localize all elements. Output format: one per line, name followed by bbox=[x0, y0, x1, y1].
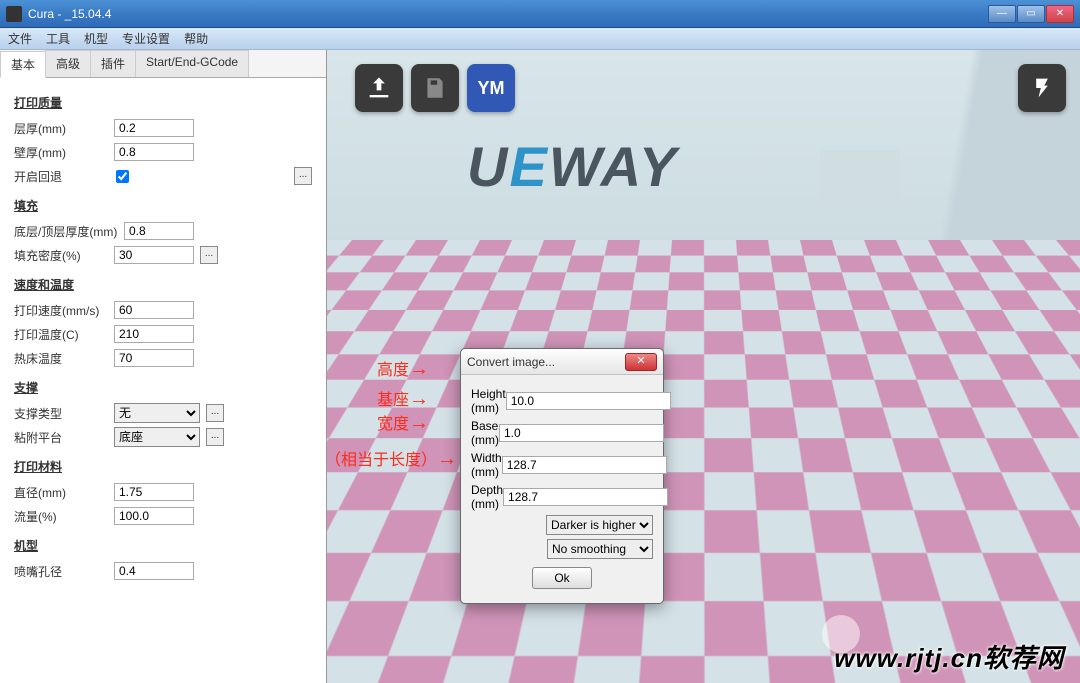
menu-expert[interactable]: 专业设置 bbox=[122, 30, 170, 47]
wall-thickness-input[interactable] bbox=[114, 143, 194, 161]
3d-viewport[interactable]: UEWAY YM 高度→ 基座→ 宽度→ 深度（相当于长度）→ www.rjtj… bbox=[327, 50, 1080, 683]
bed-temp-label: 热床温度 bbox=[14, 350, 114, 367]
print-speed-input[interactable] bbox=[114, 301, 194, 319]
dlg-smooth-select[interactable]: No smoothing bbox=[547, 539, 653, 559]
dlg-base-label: Base (mm) bbox=[471, 419, 499, 447]
menu-file[interactable]: 文件 bbox=[8, 30, 32, 47]
nozzle-label: 喷嘴孔径 bbox=[14, 563, 114, 580]
dialog-title: Convert image... bbox=[467, 355, 625, 369]
annotation-depth: 深度（相当于长度）→ bbox=[327, 446, 457, 471]
dlg-ok-button[interactable]: Ok bbox=[532, 567, 592, 589]
menu-help[interactable]: 帮助 bbox=[184, 30, 208, 47]
settings-sidebar: 基本 高级 插件 Start/End-GCode 打印质量 层厚(mm) 壁厚(… bbox=[0, 50, 327, 683]
menu-machine[interactable]: 机型 bbox=[84, 30, 108, 47]
dlg-base-input[interactable] bbox=[499, 424, 664, 442]
dlg-depth-label: Depth (mm) bbox=[471, 483, 503, 511]
adhesion-label: 粘附平台 bbox=[14, 429, 114, 446]
dlg-width-input[interactable] bbox=[502, 456, 667, 474]
close-button[interactable]: ✕ bbox=[1046, 5, 1074, 23]
dlg-width-label: Width (mm) bbox=[471, 451, 502, 479]
adhesion-select[interactable]: 底座 bbox=[114, 427, 200, 447]
tab-plugins[interactable]: 插件 bbox=[90, 50, 136, 77]
adhesion-more-button[interactable]: ... bbox=[206, 428, 224, 446]
annotation-height: 高度→ bbox=[377, 356, 429, 381]
flow-input[interactable] bbox=[114, 507, 194, 525]
load-icon bbox=[365, 74, 393, 102]
dlg-mode-select[interactable]: Darker is higher bbox=[546, 515, 653, 535]
dlg-depth-input[interactable] bbox=[503, 488, 668, 506]
view-icon bbox=[1028, 74, 1056, 102]
print-temp-input[interactable] bbox=[114, 325, 194, 343]
diameter-input[interactable] bbox=[114, 483, 194, 501]
top-bottom-input[interactable] bbox=[124, 222, 194, 240]
convert-image-dialog: Convert image... ✕ Height (mm) Base (mm)… bbox=[460, 348, 664, 604]
section-print-quality: 打印质量 bbox=[14, 94, 312, 111]
ym-button[interactable]: YM bbox=[467, 64, 515, 112]
annotation-base: 基座→ bbox=[377, 386, 429, 411]
print-speed-label: 打印速度(mm/s) bbox=[14, 302, 114, 319]
scene-wall-panel bbox=[820, 150, 900, 210]
section-support: 支撑 bbox=[14, 379, 312, 396]
diameter-label: 直径(mm) bbox=[14, 484, 114, 501]
section-speed-temp: 速度和温度 bbox=[14, 276, 312, 293]
load-model-button[interactable] bbox=[355, 64, 403, 112]
dialog-close-button[interactable]: ✕ bbox=[625, 353, 657, 371]
dlg-height-label: Height (mm) bbox=[471, 387, 506, 415]
top-bottom-label: 底层/顶层厚度(mm) bbox=[14, 223, 124, 240]
minimize-button[interactable]: — bbox=[988, 5, 1016, 23]
print-temp-label: 打印温度(C) bbox=[14, 326, 114, 343]
section-machine: 机型 bbox=[14, 537, 312, 554]
flow-label: 流量(%) bbox=[14, 508, 114, 525]
maximize-button[interactable]: ▭ bbox=[1017, 5, 1045, 23]
tab-basic[interactable]: 基本 bbox=[0, 51, 46, 78]
bed-temp-input[interactable] bbox=[114, 349, 194, 367]
tab-advanced[interactable]: 高级 bbox=[45, 50, 91, 77]
tab-gcode[interactable]: Start/End-GCode bbox=[135, 50, 249, 77]
section-fill: 填充 bbox=[14, 197, 312, 214]
fill-density-input[interactable] bbox=[114, 246, 194, 264]
save-button[interactable] bbox=[411, 64, 459, 112]
retraction-checkbox[interactable] bbox=[116, 170, 129, 183]
watermark-text: www.rjtj.cn软荐网 bbox=[834, 638, 1064, 675]
window-titlebar: Cura - _15.04.4 — ▭ ✕ bbox=[0, 0, 1080, 28]
settings-tabs: 基本 高级 插件 Start/End-GCode bbox=[0, 50, 326, 78]
wall-thickness-label: 壁厚(mm) bbox=[14, 144, 114, 161]
scene-logo: UEWAY bbox=[467, 134, 678, 199]
retraction-label: 开启回退 bbox=[14, 168, 114, 185]
support-type-select[interactable]: 无 bbox=[114, 403, 200, 423]
fill-more-button[interactable]: ... bbox=[200, 246, 218, 264]
app-icon bbox=[6, 6, 22, 22]
support-type-label: 支撑类型 bbox=[14, 405, 114, 422]
dlg-height-input[interactable] bbox=[506, 392, 671, 410]
layer-height-label: 层厚(mm) bbox=[14, 120, 114, 137]
fill-density-label: 填充密度(%) bbox=[14, 247, 114, 264]
view-mode-button[interactable] bbox=[1018, 64, 1066, 112]
nozzle-input[interactable] bbox=[114, 562, 194, 580]
support-more-button[interactable]: ... bbox=[206, 404, 224, 422]
menu-tools[interactable]: 工具 bbox=[46, 30, 70, 47]
ym-label: YM bbox=[478, 78, 505, 99]
menu-bar: 文件 工具 机型 专业设置 帮助 bbox=[0, 28, 1080, 50]
layer-height-input[interactable] bbox=[114, 119, 194, 137]
retraction-more-button[interactable]: ... bbox=[294, 167, 312, 185]
save-icon bbox=[422, 75, 448, 101]
section-material: 打印材料 bbox=[14, 458, 312, 475]
window-title: Cura - _15.04.4 bbox=[28, 7, 988, 21]
annotation-width: 宽度→ bbox=[377, 410, 429, 435]
